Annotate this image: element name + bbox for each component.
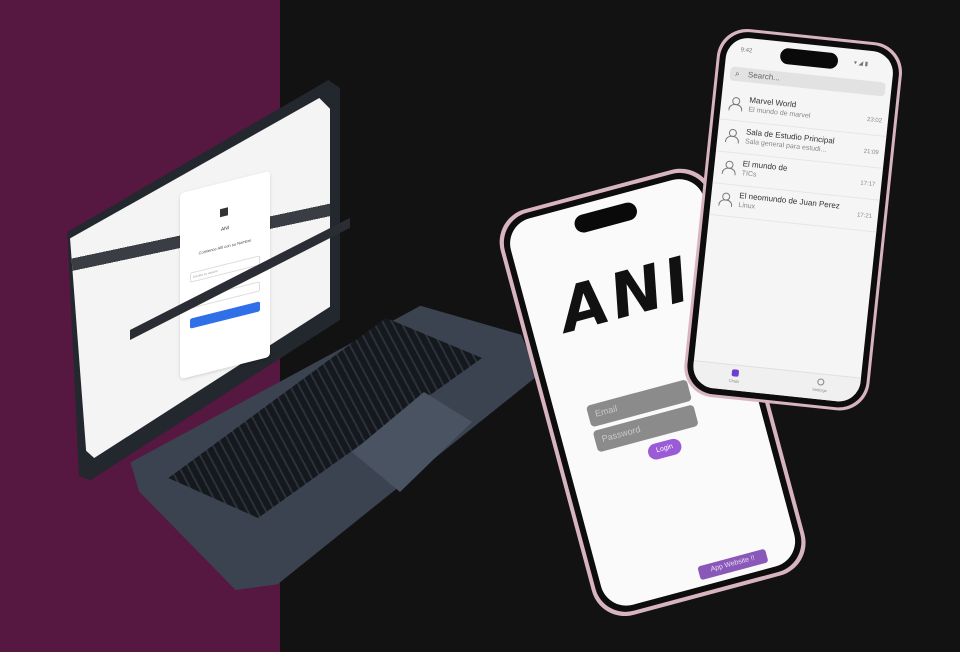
status-icons: ▾ ◢ ▮ — [853, 60, 869, 68]
gear-icon — [816, 378, 825, 386]
avatar-icon — [725, 128, 738, 143]
nav-chats-tab[interactable]: Chats — [714, 367, 755, 385]
login-button[interactable]: Login — [646, 437, 684, 462]
dynamic-island — [779, 47, 839, 70]
chat-preview: Linux — [737, 201, 756, 211]
chat-icon — [730, 369, 739, 377]
chat-time: 17:21 — [856, 212, 873, 220]
avatar-icon — [728, 96, 741, 111]
search-placeholder: Search... — [747, 70, 781, 83]
search-icon: ⌕ — [734, 68, 741, 79]
status-time: 9:42 — [740, 47, 753, 55]
app-logo-icon — [220, 207, 228, 218]
chat-time: 17:17 — [859, 180, 876, 189]
chat-time: 21:09 — [863, 148, 879, 157]
dynamic-island — [572, 200, 639, 235]
chat-list: Marvel World El mundo de marvel 23:02 Sa… — [709, 87, 890, 233]
chat-time: 23:02 — [866, 116, 883, 125]
nav-settings-tab[interactable]: Settings — [799, 376, 840, 394]
nav-chats-label: Chats — [728, 377, 740, 384]
chat-preview: TICs — [741, 170, 757, 179]
avatar-icon — [718, 192, 731, 207]
chat-list-phone: 9:42 ▾ ◢ ▮ ⌕ Search... Marvel World El m… — [681, 26, 905, 414]
nav-settings-label: Settings — [812, 386, 827, 394]
avatar-icon — [722, 160, 735, 175]
chat-preview: El mundo de marvel — [748, 106, 811, 120]
